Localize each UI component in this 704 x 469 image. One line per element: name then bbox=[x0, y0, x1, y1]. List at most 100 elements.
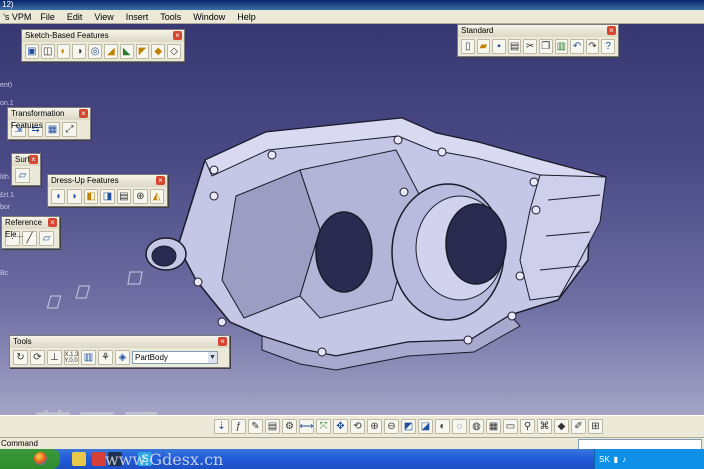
close-icon[interactable]: × bbox=[48, 218, 57, 227]
rib-icon[interactable]: ◢ bbox=[103, 44, 118, 59]
close-icon[interactable]: × bbox=[79, 109, 88, 118]
snap-icon[interactable]: ⇣ bbox=[214, 419, 229, 434]
tree-label: ent) bbox=[0, 82, 13, 89]
catalog-icon[interactable]: ▥ bbox=[81, 350, 96, 365]
toolbar-title: Tools bbox=[13, 337, 32, 346]
body-select[interactable]: PartBody ▼ bbox=[132, 351, 218, 364]
menu-view[interactable]: View bbox=[88, 12, 119, 22]
measure-icon[interactable]: ⟷ bbox=[299, 419, 314, 434]
thread-icon[interactable]: ⊕ bbox=[133, 189, 148, 204]
sketcher-icon[interactable]: ✐ bbox=[571, 419, 586, 434]
fillet-icon[interactable]: ◖ bbox=[51, 189, 66, 204]
redo-icon[interactable]: ↷ bbox=[585, 39, 600, 54]
comment-icon[interactable]: ✎ bbox=[248, 419, 263, 434]
swap-visible-icon[interactable]: ◍ bbox=[469, 419, 484, 434]
rotate-icon[interactable]: ⟲ bbox=[350, 419, 365, 434]
tools-toolbar[interactable]: Tools × ↻ ⟳ ⊥ X,1,3 Y,0,0 ▥ ⚘ ◈ PartBody ▼ bbox=[9, 335, 230, 368]
shaft-icon[interactable]: ◐ bbox=[56, 44, 71, 59]
app-icon[interactable] bbox=[92, 452, 106, 466]
app-name: ’s VPM bbox=[3, 11, 32, 22]
close-icon[interactable]: × bbox=[156, 176, 165, 185]
tree-icon[interactable]: ⊞ bbox=[588, 419, 603, 434]
pad-icon[interactable]: ▣ bbox=[25, 44, 39, 59]
menu-window[interactable]: Window bbox=[187, 12, 231, 22]
volume-icon[interactable]: ♪ bbox=[622, 455, 626, 464]
shading-icon[interactable]: ◐ bbox=[435, 419, 450, 434]
menu-tools[interactable]: Tools bbox=[154, 12, 187, 22]
loft-icon[interactable]: ◆ bbox=[151, 44, 166, 59]
stiffener-icon[interactable]: ◤ bbox=[135, 44, 150, 59]
network-icon[interactable]: ▮ bbox=[614, 455, 618, 464]
groove-icon[interactable]: ◑ bbox=[72, 44, 87, 59]
properties-icon[interactable]: ▦ bbox=[486, 419, 501, 434]
menu-edit[interactable]: Edit bbox=[61, 12, 89, 22]
swap-visu-icon[interactable]: ⟳ bbox=[30, 350, 45, 365]
coordinates-icon[interactable]: X,1,3 Y,0,0 bbox=[64, 350, 79, 365]
remove-loft-icon[interactable]: ◇ bbox=[167, 44, 181, 59]
menu-insert[interactable]: Insert bbox=[120, 12, 155, 22]
cut-icon[interactable]: ✂ bbox=[523, 39, 537, 54]
start-button[interactable] bbox=[0, 449, 60, 469]
sketch-based-features-toolbar[interactable]: Sketch-Based Features × ▣ ◫ ◐ ◑ ◎ ◢ ◣ ◤ ◆… bbox=[21, 29, 185, 62]
filter-icon[interactable]: ⚲ bbox=[520, 419, 535, 434]
transformation-features-toolbar[interactable]: Transformation Features× ⇲ ⇆ ▦ ⤢ bbox=[7, 107, 91, 140]
axis-system-icon[interactable]: ⊥ bbox=[47, 350, 62, 365]
set-icon[interactable]: ◈ bbox=[115, 350, 130, 365]
knowledge-icon[interactable]: ⚙ bbox=[282, 419, 297, 434]
print-icon[interactable]: ▤ bbox=[507, 39, 522, 54]
reference-elements-toolbar[interactable]: Reference Ele...× · ╱ ▱ bbox=[1, 216, 60, 249]
surface-toolbar[interactable]: Surf... × ▱ bbox=[11, 153, 41, 186]
menu-help[interactable]: Help bbox=[231, 12, 262, 22]
zoom-in-icon[interactable]: ⊕ bbox=[367, 419, 382, 434]
save-icon[interactable]: ▪ bbox=[492, 39, 506, 54]
iso-view-icon[interactable]: ◪ bbox=[418, 419, 433, 434]
copy-icon[interactable]: ❐ bbox=[538, 39, 553, 54]
whats-this-icon[interactable]: ? bbox=[601, 39, 615, 54]
normal-view-icon[interactable]: ◩ bbox=[401, 419, 416, 434]
catalog-browser-icon[interactable]: ▤ bbox=[265, 419, 280, 434]
explorer-icon[interactable] bbox=[72, 452, 86, 466]
draft-icon[interactable]: ◧ bbox=[83, 189, 99, 204]
toolbar-title: Dress-Up Features bbox=[51, 176, 119, 185]
line-icon[interactable]: ╱ bbox=[22, 231, 37, 246]
close-icon[interactable]: × bbox=[218, 337, 227, 346]
update-icon[interactable]: ↻ bbox=[13, 350, 28, 365]
apply-material-icon[interactable]: ◆ bbox=[554, 419, 569, 434]
close-icon[interactable]: × bbox=[607, 26, 616, 35]
axis-triad bbox=[46, 271, 143, 309]
select-icon[interactable]: ▭ bbox=[503, 419, 518, 434]
remove-face-icon[interactable]: ◭ bbox=[149, 189, 164, 204]
language-indicator[interactable]: SK bbox=[599, 455, 610, 464]
fit-all-icon[interactable]: ⤧ bbox=[316, 419, 331, 434]
fo-icon[interactable]: ƒ bbox=[231, 419, 246, 434]
close-icon[interactable]: × bbox=[173, 31, 182, 40]
menu-file[interactable]: File bbox=[34, 12, 61, 22]
chevron-down-icon[interactable]: ▼ bbox=[208, 352, 217, 363]
hide-show-icon[interactable]: ◌ bbox=[452, 419, 467, 434]
pan-icon[interactable]: ✥ bbox=[333, 419, 348, 434]
body-icon[interactable]: ⚘ bbox=[98, 350, 113, 365]
close-icon[interactable]: × bbox=[29, 155, 38, 164]
toolbar-title: Sketch-Based Features bbox=[25, 31, 109, 40]
pocket-icon[interactable]: ◫ bbox=[40, 44, 55, 59]
window-title: 12) bbox=[2, 0, 14, 9]
chamfer-icon[interactable]: ◗ bbox=[67, 189, 82, 204]
standard-toolbar[interactable]: Standard × ▯ ▰ ▪ ▤ ✂ ❐ ▥ ↶ ↷ ? bbox=[457, 24, 619, 57]
undo-icon[interactable]: ↶ bbox=[570, 39, 584, 54]
dress-up-features-toolbar[interactable]: Dress-Up Features × ◖ ◗ ◧ ◨ ▤ ⊕ ◭ bbox=[47, 174, 168, 207]
thickness-icon[interactable]: ▤ bbox=[116, 189, 132, 204]
slot-icon[interactable]: ◣ bbox=[119, 44, 134, 59]
bottom-toolbar[interactable]: ⇣ ƒ ✎ ▤ ⚙ ⟷ ⤧ ✥ ⟲ ⊕ ⊖ ◩ ◪ ◐ ◌ ◍ ▦ ▭ ⚲ ⌘ … bbox=[0, 415, 704, 437]
hole-icon[interactable]: ◎ bbox=[88, 44, 102, 59]
new-icon[interactable]: ▯ bbox=[461, 39, 475, 54]
shell-icon[interactable]: ◨ bbox=[100, 189, 115, 204]
open-icon[interactable]: ▰ bbox=[476, 39, 491, 54]
tree-label: Bc bbox=[0, 270, 9, 277]
paste-icon[interactable]: ▥ bbox=[554, 39, 569, 54]
graph-icon[interactable]: ⌘ bbox=[537, 419, 552, 434]
scaling-icon[interactable]: ⤢ bbox=[62, 122, 77, 137]
surface-icon[interactable]: ▱ bbox=[15, 168, 30, 183]
plane-icon[interactable]: ▱ bbox=[39, 231, 54, 246]
pattern-icon[interactable]: ▦ bbox=[45, 122, 60, 137]
zoom-out-icon[interactable]: ⊖ bbox=[384, 419, 399, 434]
